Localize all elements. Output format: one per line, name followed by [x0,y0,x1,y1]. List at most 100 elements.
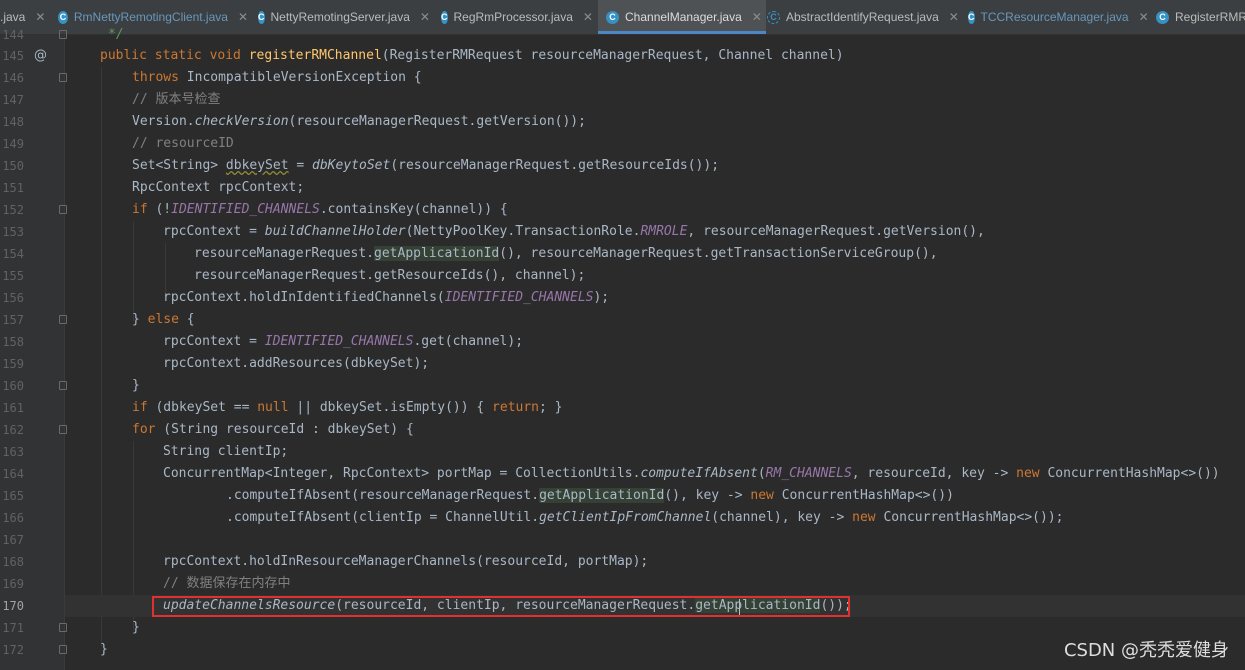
code-text: } [132,378,140,393]
class-icon: C [606,10,619,24]
code-text: for (String resourceId : dbkeySet) { [132,422,414,437]
text-caret [739,599,740,615]
fold-icon[interactable] [59,645,67,654]
line-number: 170 [2,599,24,613]
line-number: 159 [2,357,24,371]
code-line: 172 } [0,639,1245,661]
tab-label: NettyRemotingServer.java [270,10,410,24]
code-comment: // resourceID [132,136,234,151]
close-icon[interactable]: ✕ [420,10,430,24]
close-icon[interactable]: ✕ [583,10,593,24]
code-text: rpcContext.addResources(dbkeySet); [163,356,430,371]
code-text: if (!IDENTIFIED_CHANNELS.containsKey(cha… [132,202,508,217]
code-line: 166 .computeIfAbsent(clientIp = ChannelU… [0,507,1245,529]
code-text: RpcContext rpcContext; [132,180,305,195]
line-number: 147 [2,93,24,107]
line-number: 153 [2,225,24,239]
line-number: 167 [2,533,24,547]
fold-icon[interactable] [59,381,67,390]
code-text: .computeIfAbsent(resourceManagerRequest.… [226,488,954,503]
code-text: .computeIfAbsent(clientIp = ChannelUtil.… [226,510,1064,525]
class-icon: C [968,10,975,24]
code-line: 164 ConcurrentMap<Integer, RpcContext> p… [0,463,1245,485]
line-number: 171 [2,621,24,635]
code-line: 148 Version.checkVersion(resourceManager… [0,111,1245,133]
watermark: CSDN @秃秃爱健身 [1063,640,1229,661]
code-comment: // 数据保存在内存中 [163,576,291,591]
code-line: 156 rpcContext.holdInIdentifiedChannels(… [0,287,1245,309]
code-line: 162 for (String resourceId : dbkeySet) { [0,419,1245,441]
code-text: rpcContext = IDENTIFIED_CHANNELS.get(cha… [163,334,524,349]
close-icon[interactable]: ✕ [1139,10,1149,24]
code-text: String clientIp; [163,444,289,459]
code-line: 169 // 数据保存在内存中 [0,573,1245,595]
line-number: 148 [2,115,24,129]
line-number: 163 [2,445,24,459]
code-text: rpcContext = buildChannelHolder(NettyPoo… [163,224,985,239]
code-line: 151 RpcContext rpcContext; [0,177,1245,199]
code-text: } [100,642,108,657]
line-number: 164 [2,467,24,481]
line-number: 168 [2,555,24,569]
override-marker-icon[interactable]: @ [34,45,47,67]
class-icon: C [1156,10,1169,24]
code-comment: // 版本号检查 [132,92,221,107]
abstract-class-icon: C [767,10,780,24]
code-line: 150 Set<String> dbkeySet = dbKeytoSet(re… [0,155,1245,177]
fold-icon[interactable] [59,30,67,39]
close-icon[interactable]: ✕ [238,10,248,24]
line-number: 151 [2,181,24,195]
code-line: 153 rpcContext = buildChannelHolder(Nett… [0,221,1245,243]
code-line: 144 */ [0,24,1245,46]
code-text: resourceManagerRequest.getApplicationId(… [194,246,938,261]
code-text: if (dbkeySet == null || dbkeySet.isEmpty… [132,400,563,415]
tab-label: AbstractIdentifyRequest.java [786,10,939,24]
red-highlight-box [152,596,850,617]
line-number: 149 [2,137,24,151]
code-text: rpcContext.holdInIdentifiedChannels(IDEN… [163,290,610,305]
code-line: 147 // 版本号检查 [0,89,1245,111]
code-line: 154 resourceManagerRequest.getApplicatio… [0,243,1245,265]
tab-label: RmNettyRemotingClient.java [73,10,228,24]
code-line: 168 rpcContext.holdInResourceManagerChan… [0,551,1245,573]
tab-label: RegisterRMRe [1175,10,1245,24]
close-icon[interactable]: ✕ [752,10,762,24]
code-text: rpcContext.holdInResourceManagerChannels… [163,554,649,569]
tab-label: .java [0,10,26,24]
class-icon: C [258,10,265,24]
code-text: } else { [132,312,195,327]
fold-icon[interactable] [59,315,67,324]
code-line: 158 rpcContext = IDENTIFIED_CHANNELS.get… [0,331,1245,353]
code-line: 152 if (!IDENTIFIED_CHANNELS.containsKey… [0,199,1245,221]
close-icon[interactable]: ✕ [35,10,45,24]
code-line: 145 @ public static void registerRMChann… [0,45,1245,67]
code-line: 157 } else { [0,309,1245,331]
code-text: */ [108,27,124,42]
code-text: Set<String> dbkeySet = dbKeytoSet(resour… [132,158,720,173]
code-text: public static void registerRMChannel(Reg… [100,48,844,63]
line-number: 156 [2,291,24,305]
fold-icon[interactable] [59,73,67,82]
line-number: 165 [2,489,24,503]
line-number: 150 [2,159,24,173]
fold-icon[interactable] [59,623,67,632]
line-number: 145 [2,49,24,63]
line-number: 157 [2,313,24,327]
fold-icon[interactable] [59,425,67,434]
line-number: 161 [2,401,24,415]
tab-label: TCCResourceManager.java [980,10,1129,24]
code-text: Version.checkVersion(resourceManagerRequ… [132,114,586,129]
fold-icon[interactable] [59,205,67,214]
line-number: 146 [2,71,24,85]
code-line: 167 [0,529,1245,551]
line-number: 144 [2,28,24,42]
line-number: 158 [2,335,24,349]
line-number: 152 [2,203,24,217]
line-number: 169 [2,577,24,591]
line-number: 155 [2,269,24,283]
tab-label: ChannelManager.java [625,10,742,24]
code-line: 161 if (dbkeySet == null || dbkeySet.isE… [0,397,1245,419]
close-icon[interactable]: ✕ [949,10,959,24]
line-number: 162 [2,423,24,437]
code-line: 160 } [0,375,1245,397]
